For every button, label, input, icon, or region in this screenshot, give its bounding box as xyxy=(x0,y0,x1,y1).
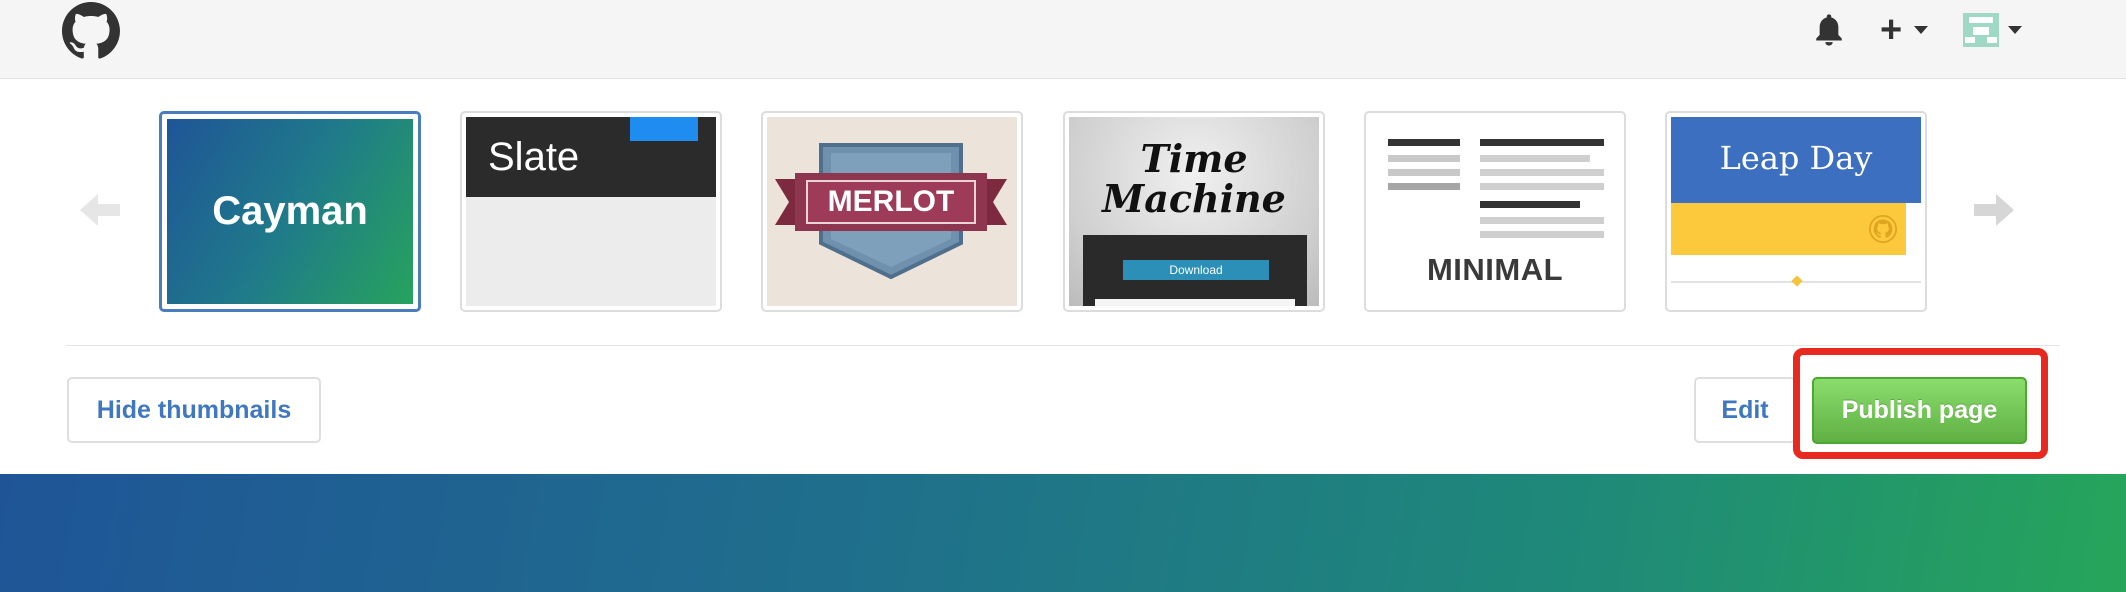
theme-thumbnail-time-machine[interactable]: Time Machine Download xyxy=(1063,111,1325,312)
publish-page-button[interactable]: Publish page xyxy=(1812,377,2027,444)
theme-thumbnail-merlot[interactable]: MERLOT xyxy=(761,111,1023,312)
theme-label-line2: Machine xyxy=(1102,176,1286,221)
edit-button[interactable]: Edit xyxy=(1694,377,1796,443)
theme-thumbnail-minimal[interactable]: MINIMAL xyxy=(1364,111,1626,312)
hide-thumbnails-button[interactable]: Hide thumbnails xyxy=(67,377,321,443)
github-logo-icon xyxy=(1869,215,1897,243)
chevron-down-icon[interactable] xyxy=(2008,26,2022,34)
merlot-shield-graphic: MERLOT xyxy=(775,143,1007,280)
theme-label: Slate xyxy=(488,135,580,179)
plus-icon[interactable]: + xyxy=(1880,11,1902,49)
avatar[interactable] xyxy=(1963,13,1999,47)
theme-label-line1: Time xyxy=(1140,136,1248,181)
theme-label: Leap Day xyxy=(1719,139,1873,177)
theme-thumbnail-leap-day[interactable]: Leap Day xyxy=(1665,111,1927,312)
github-logo-icon[interactable] xyxy=(62,2,120,60)
theme-label: Cayman xyxy=(212,189,368,233)
divider xyxy=(66,345,2060,346)
arrow-right-icon[interactable] xyxy=(1972,188,2016,232)
theme-label: MINIMAL xyxy=(1426,252,1564,287)
theme-thumbnail-cayman[interactable]: Cayman xyxy=(159,111,421,312)
arrow-left-icon[interactable] xyxy=(78,188,122,232)
bell-icon[interactable] xyxy=(1812,11,1846,49)
download-button-preview: Download xyxy=(1123,260,1269,280)
theme-label: MERLOT xyxy=(828,185,955,218)
top-header: + xyxy=(0,0,2126,79)
page-header-banner xyxy=(0,474,2126,592)
theme-thumbnail-slate[interactable]: Slate xyxy=(460,111,722,312)
chevron-down-icon[interactable] xyxy=(1914,26,1928,34)
